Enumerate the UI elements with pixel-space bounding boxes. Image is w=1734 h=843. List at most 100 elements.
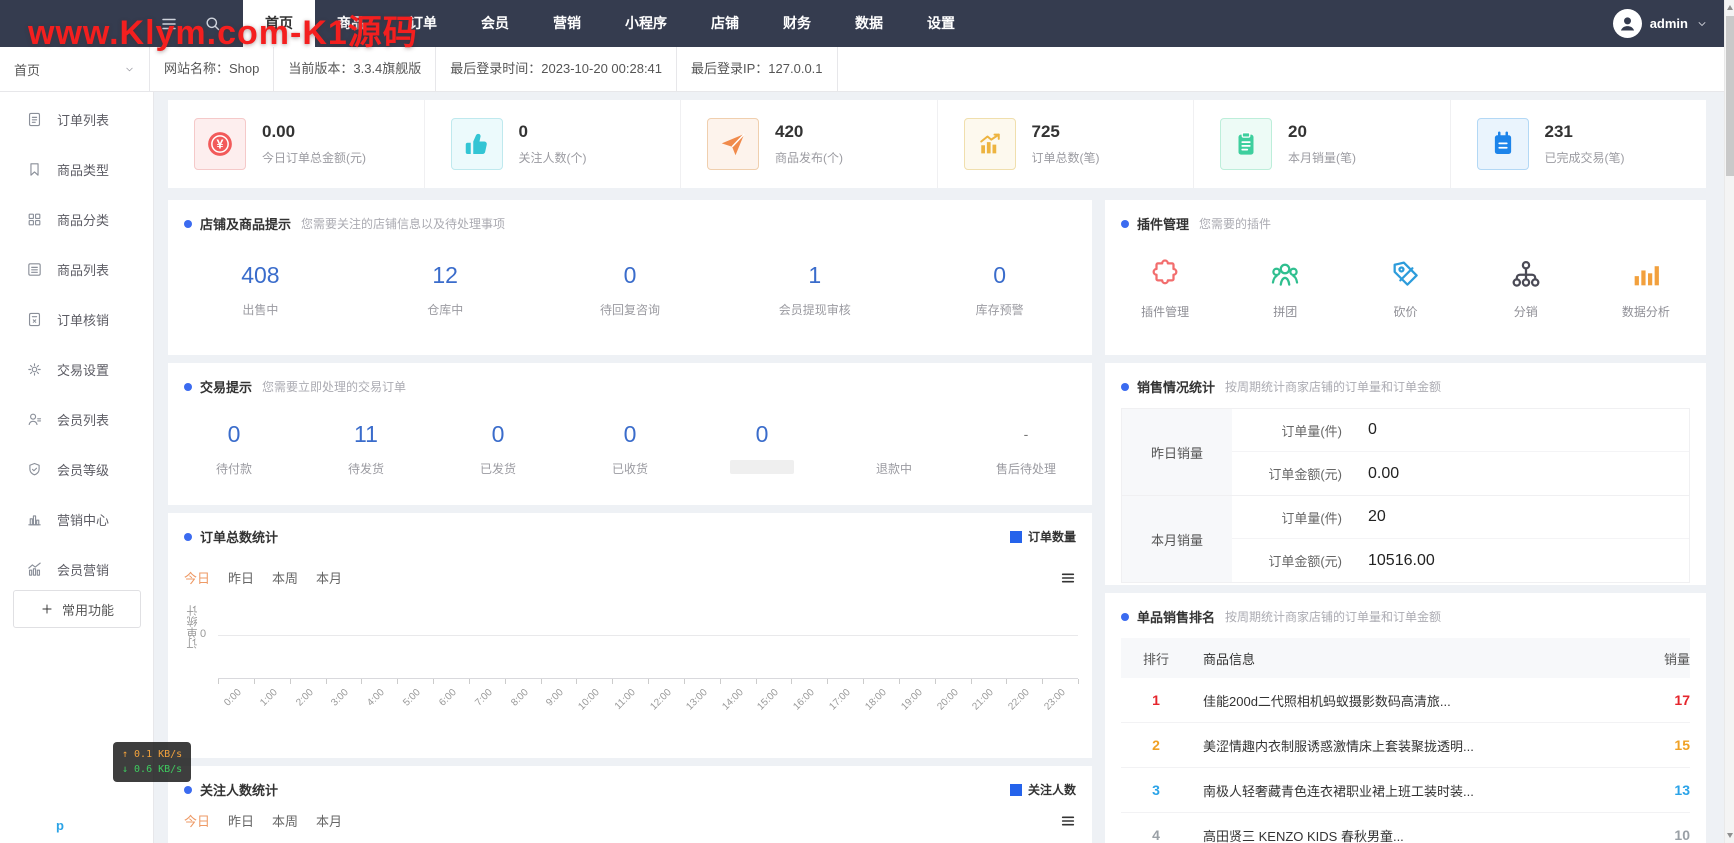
add-common-function-button[interactable]: 常用功能 bbox=[13, 590, 141, 628]
sidebar-item-5[interactable]: 订单核销 bbox=[0, 294, 153, 344]
trade-tips-header: 交易提示 您需要立即处理的交易订单 bbox=[168, 363, 1092, 396]
bullet-icon bbox=[184, 533, 192, 541]
sidebar-item-10[interactable]: 会员营销 bbox=[0, 544, 153, 594]
shop-metric-5[interactable]: 0库存预警 bbox=[907, 261, 1092, 318]
stat-value: 725 bbox=[1032, 122, 1100, 142]
nav-item-4[interactable]: 会员 bbox=[459, 0, 531, 47]
sales-group-2: 本月销量订单量(件)20订单金额(元)10516.00 bbox=[1122, 496, 1689, 583]
sidebar-item-6[interactable]: 交易设置 bbox=[0, 344, 153, 394]
tab-本周[interactable]: 本周 bbox=[272, 811, 298, 830]
menu-lines-icon[interactable] bbox=[1060, 813, 1076, 829]
shop-tips-panel: 店铺及商品提示 您需要关注的店铺信息以及待处理事项 408出售中12仓库中0待回… bbox=[168, 200, 1092, 355]
breadcrumb-label: 首页 bbox=[14, 60, 40, 79]
tab-昨日[interactable]: 昨日 bbox=[228, 811, 254, 830]
sidebar-item-label: 商品列表 bbox=[57, 260, 109, 279]
trade-metric-1[interactable]: 0待付款 bbox=[168, 420, 300, 477]
shop-metric-2[interactable]: 12仓库中 bbox=[353, 261, 538, 318]
stat-text: 420商品发布(个) bbox=[775, 122, 843, 166]
rank-number: 4 bbox=[1121, 827, 1191, 843]
metric-value bbox=[828, 420, 960, 448]
stat-card-5: 20本月销量(笔) bbox=[1193, 100, 1450, 188]
panel-title: 交易提示 bbox=[200, 377, 252, 396]
plugins-panel: 插件管理 您需要的插件 插件管理拼团 砍价分销数据分析 bbox=[1105, 200, 1706, 355]
order-total-chart-panel: 订单总数统计 订单数量 今日昨日本周本月 订单统计 0 0:001:002:00… bbox=[168, 513, 1092, 758]
metric-label: 已发货 bbox=[432, 460, 564, 477]
sidebar-item-3[interactable]: 商品分类 bbox=[0, 194, 153, 244]
shop-metric-3[interactable]: 0待回复咨询 bbox=[538, 261, 723, 318]
product-name: 佳能200d二代照相机蚂蚁摄影数码高清旅... bbox=[1203, 691, 1640, 710]
tab-本周[interactable]: 本周 bbox=[272, 568, 298, 587]
tab-本月[interactable]: 本月 bbox=[316, 811, 342, 830]
tab-今日[interactable]: 今日 bbox=[184, 568, 210, 587]
doc-lines-icon bbox=[26, 111, 43, 128]
plugin-4[interactable]: 分销 bbox=[1466, 257, 1586, 320]
nav-item-7[interactable]: 店铺 bbox=[689, 0, 761, 47]
main-content: ¥0.00今日订单总金额(元)0关注人数(个)420商品发布(个)725订单总数… bbox=[154, 92, 1724, 843]
scroll-down-arrow-icon[interactable] bbox=[1727, 833, 1733, 838]
stat-text: 0.00今日订单总金额(元) bbox=[262, 122, 366, 166]
legend-swatch bbox=[1010, 784, 1022, 796]
ranking-row-1[interactable]: 1佳能200d二代照相机蚂蚁摄影数码高清旅...17 bbox=[1121, 678, 1690, 723]
sidebar-item-label: 商品分类 bbox=[57, 210, 109, 229]
nav-item-9[interactable]: 数据 bbox=[833, 0, 905, 47]
sales-metric-label: 订单量(件) bbox=[1232, 421, 1342, 440]
bullet-icon bbox=[1121, 220, 1129, 228]
tab-本月[interactable]: 本月 bbox=[316, 568, 342, 587]
nav-item-5[interactable]: 营销 bbox=[531, 0, 603, 47]
trade-metric-6[interactable]: 退款中 bbox=[828, 420, 960, 477]
sidebar-item-label: 会员列表 bbox=[57, 410, 109, 429]
sidebar-item-4[interactable]: 商品列表 bbox=[0, 244, 153, 294]
rank-number: 3 bbox=[1121, 782, 1191, 798]
metric-value: - bbox=[960, 420, 1092, 448]
nav-item-10[interactable]: 设置 bbox=[905, 0, 977, 47]
sidebar-item-9[interactable]: 营销中心 bbox=[0, 494, 153, 544]
stat-label: 订单总数(笔) bbox=[1032, 149, 1100, 166]
trade-metric-3[interactable]: 0已发货 bbox=[432, 420, 564, 477]
ranking-row-3[interactable]: 3南极人轻奢藏青色连衣裙职业裙上班工装时装...13 bbox=[1121, 768, 1690, 813]
nav-item-8[interactable]: 财务 bbox=[761, 0, 833, 47]
sidebar-item-2[interactable]: 商品类型 bbox=[0, 144, 153, 194]
shop-metric-4[interactable]: 1会员提现审核 bbox=[722, 261, 907, 318]
trade-metric-5[interactable]: 0 bbox=[696, 420, 828, 477]
plugins-header: 插件管理 您需要的插件 bbox=[1105, 200, 1706, 233]
rank-number: 1 bbox=[1121, 692, 1191, 708]
x-axis-tick bbox=[361, 679, 362, 684]
x-axis-tick bbox=[899, 679, 900, 684]
menu-lines-icon[interactable] bbox=[1060, 570, 1076, 586]
tab-昨日[interactable]: 昨日 bbox=[228, 568, 254, 587]
trade-metric-7[interactable]: -售后待处理 bbox=[960, 420, 1092, 477]
scrollbar-thumb[interactable] bbox=[1726, 16, 1734, 176]
plugin-3[interactable]: 砍价 bbox=[1345, 257, 1465, 320]
panel-subtitle: 您需要的插件 bbox=[1199, 215, 1271, 232]
x-axis-tick bbox=[684, 679, 685, 684]
nav-item-6[interactable]: 小程序 bbox=[603, 0, 689, 47]
ranking-row-2[interactable]: 2美涩情趣内衣制服诱惑激情床上套装聚拢透明...15 bbox=[1121, 723, 1690, 768]
trade-metric-2[interactable]: 11待发货 bbox=[300, 420, 432, 477]
metric-value: 12 bbox=[353, 261, 538, 289]
sidebar-item-7[interactable]: 会员列表 bbox=[0, 394, 153, 444]
stat-text: 20本月销量(笔) bbox=[1288, 122, 1356, 166]
ranking-row-4[interactable]: 4高田贤三 KENZO KIDS 春秋男童...10 bbox=[1121, 813, 1690, 843]
zero-gridline bbox=[218, 635, 1078, 636]
info-item-3: 最后登录时间：2023-10-20 00:28:41 bbox=[436, 47, 677, 91]
plugin-label: 拼团 bbox=[1273, 303, 1297, 320]
user-menu[interactable]: admin bbox=[1613, 0, 1708, 47]
metric-value: 408 bbox=[168, 261, 353, 289]
stat-card-6: 231已完成交易(笔) bbox=[1450, 100, 1707, 188]
plugin-5[interactable]: 数据分析 bbox=[1586, 257, 1706, 320]
stat-value: 231 bbox=[1545, 122, 1625, 142]
plugin-2[interactable]: 拼团 bbox=[1225, 257, 1345, 320]
trade-metric-4[interactable]: 0已收货 bbox=[564, 420, 696, 477]
x-axis-tick bbox=[935, 679, 936, 684]
tab-今日[interactable]: 今日 bbox=[184, 811, 210, 830]
x-axis-tick bbox=[541, 679, 542, 684]
sidebar-item-8[interactable]: 会员等级 bbox=[0, 444, 153, 494]
sidebar-item-1[interactable]: 订单列表 bbox=[0, 94, 153, 144]
plugin-1[interactable]: 插件管理 bbox=[1105, 257, 1225, 320]
x-axis-tick bbox=[469, 679, 470, 684]
sidebar-footer-letter: p bbox=[56, 818, 64, 833]
shop-metric-1[interactable]: 408出售中 bbox=[168, 261, 353, 318]
vertical-scrollbar[interactable] bbox=[1724, 0, 1734, 843]
sales-metric-label: 订单金额(元) bbox=[1232, 464, 1342, 483]
scroll-up-arrow-icon[interactable] bbox=[1727, 5, 1733, 10]
